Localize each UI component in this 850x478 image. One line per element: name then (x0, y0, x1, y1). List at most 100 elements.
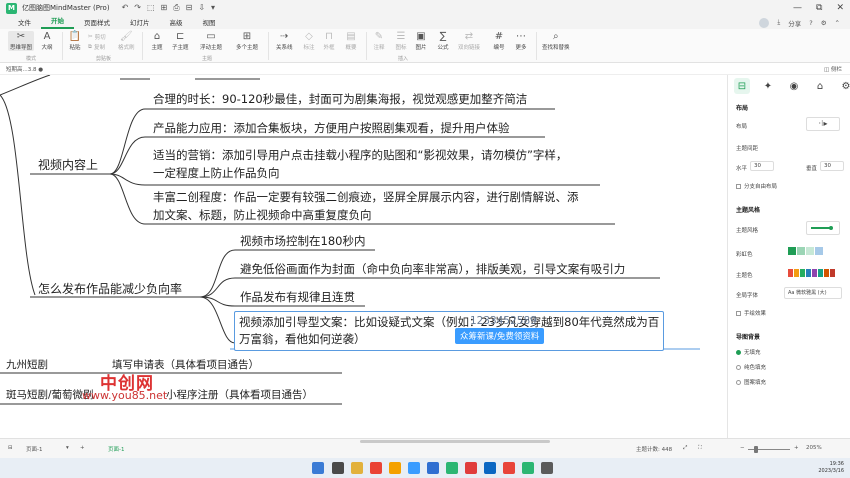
topic-reduce-negative-rate[interactable]: 怎么发布作品能减少负向率 (38, 281, 182, 298)
zoom-in-icon[interactable]: + (794, 445, 799, 451)
image-button[interactable]: ▣ 图片 (414, 31, 428, 51)
page-layout-icon[interactable]: ⊟ (8, 445, 13, 451)
h-spacing-input[interactable]: 30 (750, 161, 774, 171)
topic-jiuzhou-drama[interactable]: 九州短剧 (6, 357, 48, 374)
rainbow-option-3[interactable] (806, 247, 814, 255)
copy-button[interactable]: ⧉ 复制 (88, 43, 105, 52)
formula-button[interactable]: ∑ 公式 (436, 31, 450, 51)
location-tab-icon[interactable]: ◉ (786, 78, 802, 94)
bg-none-radio[interactable]: 无填充 (736, 348, 761, 356)
theme-style-select[interactable] (806, 221, 840, 235)
taskbar-app-icon[interactable] (484, 462, 496, 474)
menu-view[interactable]: 视图 (193, 17, 226, 29)
taskbar-app-icon[interactable] (503, 462, 515, 474)
topic-zebra-grape-drama[interactable]: 斑马短剧/葡萄微剧 (6, 387, 94, 404)
taskbar-app-icon[interactable] (370, 462, 382, 474)
v-spacing-input[interactable]: 30 (820, 161, 844, 171)
mindmap-mode-button[interactable]: ✂ 思维导图 (8, 31, 35, 51)
page-tab[interactable]: 页面-1 (108, 445, 124, 453)
global-font-select[interactable]: Aa 微软雅黑 (大) (784, 287, 842, 299)
topic-miniprogram-register[interactable]: 小程序注册（具体看项目通告） (166, 387, 313, 404)
topic-video-length[interactable]: 视频市场控制在180秒内 (240, 233, 365, 250)
fit-page-icon[interactable]: ⤢ (683, 445, 687, 452)
cut-button[interactable]: ✂ 剪切 (88, 33, 106, 41)
menu-advanced[interactable]: 高级 (160, 17, 193, 29)
taskbar-mindmaster-icon[interactable] (522, 462, 534, 474)
numbering-button[interactable]: # 编号 (492, 31, 506, 51)
more-dropdown-icon[interactable]: ▾ (211, 3, 215, 13)
menu-page-style[interactable]: 页面样式 (74, 17, 120, 29)
hand-drawn-checkbox[interactable]: 手绘效果 (736, 309, 766, 317)
settings-icon[interactable]: ⚙ (821, 19, 827, 27)
bidirectional-link-button[interactable]: ⇄ 双向链接 (458, 31, 480, 51)
subtopic-button[interactable]: ⊏ 子主题 (172, 31, 189, 51)
page-dropdown-icon[interactable]: ▾ (66, 445, 69, 451)
topic-cut-left[interactable]: · (36, 75, 39, 81)
page-select[interactable]: 页面-1 (26, 445, 42, 453)
avatar[interactable] (759, 17, 770, 28)
summary-button[interactable]: ▤ 概要 (344, 31, 358, 51)
horizontal-scrollbar[interactable] (360, 440, 550, 443)
menu-home[interactable]: 开始 (41, 15, 74, 29)
rainbow-option-4[interactable] (815, 247, 823, 255)
topic-button[interactable]: ⌂ 主题 (150, 31, 164, 51)
taskbar-app-icon[interactable] (351, 462, 363, 474)
home-tab-icon[interactable]: ⌂ (812, 78, 828, 94)
find-replace-button[interactable]: ⌕ 查找和替换 (542, 31, 570, 51)
paste-button[interactable]: 📋 粘贴 (68, 31, 82, 51)
mindmap-canvas[interactable]: · · 视频内容上 合理的时长：90-120秒最佳，封面可为剧集海报，视觉观感更… (0, 75, 727, 438)
topic-duration[interactable]: 合理的时长：90-120秒最佳，封面可为剧集海报，视觉观感更加整齐简洁 (153, 91, 527, 108)
note-button[interactable]: ✎ 注释 (372, 31, 386, 51)
taskbar-clock[interactable]: 19:36 2023/3/16 (818, 461, 844, 475)
taskbar-app-icon[interactable] (541, 462, 553, 474)
rainbow-option-2[interactable] (797, 247, 805, 255)
rainbow-options[interactable] (788, 247, 824, 257)
settings-tab-icon[interactable]: ⚙ (838, 78, 850, 94)
callout-button[interactable]: ◇ 标注 (302, 31, 316, 51)
zoom-level[interactable]: 205% (806, 445, 822, 451)
topic-regular-publishing[interactable]: 作品发布有规律且连贯 (240, 289, 355, 306)
floating-topic-button[interactable]: ▭ 浮动主题 (200, 31, 222, 51)
sidebar-toggle[interactable]: ◫ 侧栏 (824, 65, 842, 73)
style-tab-icon[interactable]: ✦ (760, 78, 776, 94)
add-page-button[interactable]: + (80, 445, 85, 451)
rainbow-option-1[interactable] (788, 247, 796, 255)
zoom-out-icon[interactable]: − (740, 445, 745, 451)
topic-product-ability[interactable]: 产品能力应用：添加合集板块，方便用户按照剧集观看，提升用户体验 (153, 120, 510, 137)
bg-image-radio[interactable]: 图案填充 (736, 378, 766, 386)
print-icon[interactable]: ⎙ (173, 3, 179, 13)
topic-avoid-vulgar-cover[interactable]: 避免低俗画面作为封面（命中负向率非常高），排版美观，引导文案有吸引力 (240, 261, 625, 278)
redo-icon[interactable]: ↷ (134, 3, 141, 13)
share-button[interactable]: 分享 (788, 18, 801, 28)
help-icon[interactable]: ? (809, 19, 812, 27)
close-icon[interactable]: ✕ (836, 3, 844, 13)
undo-icon[interactable]: ↶ (122, 3, 129, 13)
boundary-button[interactable]: ⊓ 外框 (322, 31, 336, 51)
free-layout-checkbox[interactable]: 分支自由布局 (736, 182, 777, 190)
taskbar-app-icon[interactable] (332, 462, 344, 474)
open-icon[interactable]: ⊞ (161, 3, 168, 13)
topic-cut-right[interactable]: · (152, 75, 155, 81)
relationship-button[interactable]: ⇢ 关系线 (276, 31, 293, 51)
layout-tab-icon[interactable]: ⊟ (734, 78, 750, 94)
start-button-icon[interactable] (312, 462, 324, 474)
maximize-icon[interactable]: ⧉ (816, 3, 822, 13)
taskbar-app-icon[interactable] (408, 462, 420, 474)
menu-file[interactable]: 文件 (8, 17, 41, 29)
taskbar-app-icon[interactable] (389, 462, 401, 474)
taskbar-app-icon[interactable] (427, 462, 439, 474)
topic-marketing-line1[interactable]: 适当的营销：添加引导用户点击挂载小程序的贴图和“影视效果，请勿模仿”字样， (153, 147, 567, 164)
topic-secondary-creation-line2[interactable]: 加文案、标题，防止视频命中高重复度负向 (153, 207, 372, 224)
icon-button[interactable]: ☰ 图标 (394, 31, 408, 51)
topic-guiding-copy-selected[interactable]: 视频添加引导型文案：比如设疑式文案（例如：23岁凡女穿越到80年代竟然成为百 万… (234, 311, 665, 351)
save-icon[interactable]: ⊟ (186, 3, 193, 13)
minimize-icon[interactable]: — (793, 3, 802, 13)
collapse-ribbon-icon[interactable]: ⌃ (835, 19, 840, 27)
theme-color-palette[interactable] (788, 269, 836, 277)
taskbar-app-icon[interactable] (465, 462, 477, 474)
fullscreen-icon[interactable]: ⛶ (698, 445, 702, 452)
cloud-icon[interactable]: ⤓ (777, 18, 780, 27)
export-icon[interactable]: ⇩ (198, 3, 205, 13)
taskbar-app-icon[interactable] (446, 462, 458, 474)
topic-secondary-creation-line1[interactable]: 丰富二创程度：作品一定要有较强二创痕迹，竖屏全屏展示内容，进行剧情解说、添 (153, 189, 579, 206)
